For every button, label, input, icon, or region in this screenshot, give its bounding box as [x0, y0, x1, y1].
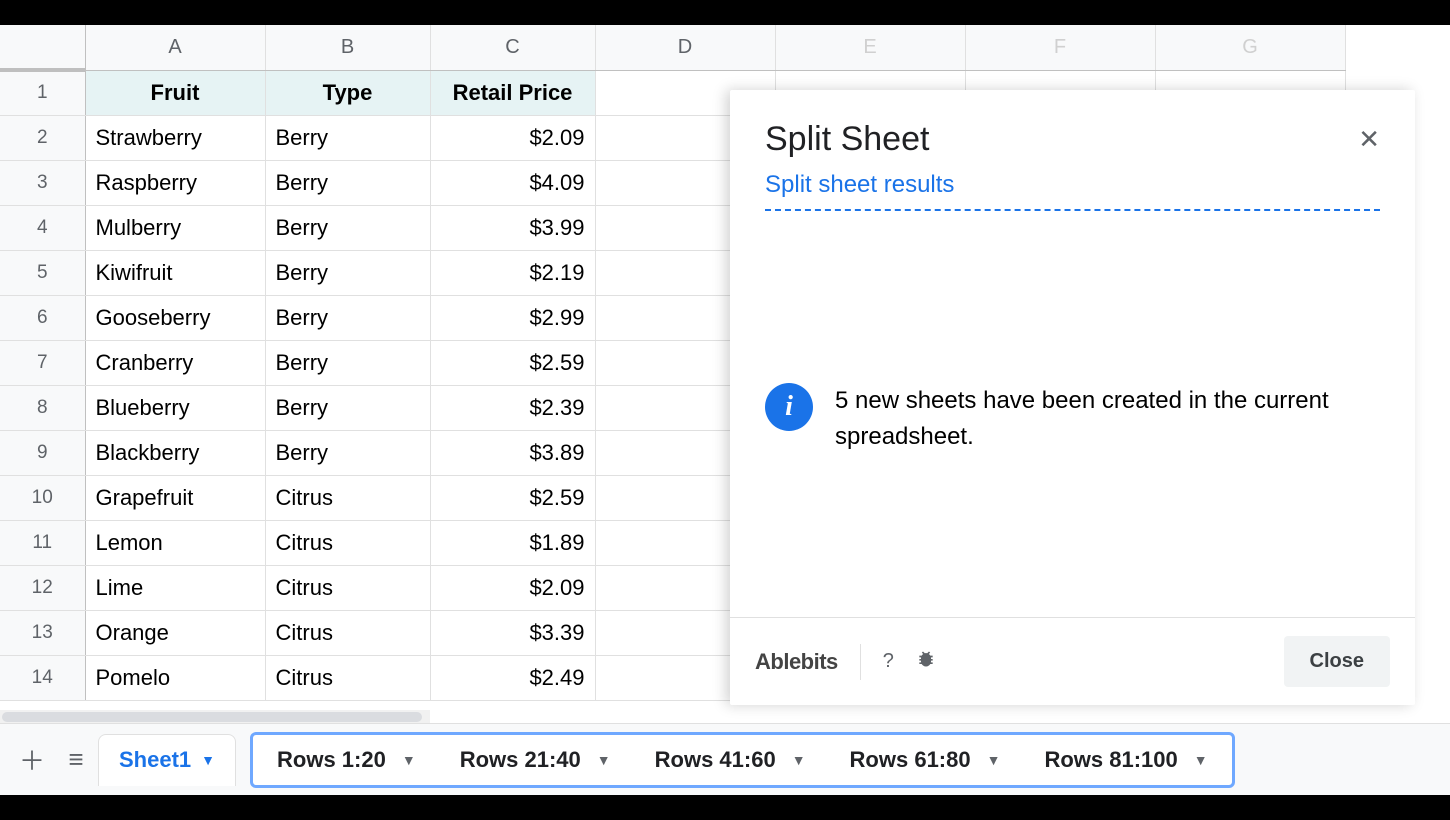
- cell[interactable]: $2.59: [430, 340, 595, 385]
- cell[interactable]: Fruit: [85, 70, 265, 115]
- cell[interactable]: Grapefruit: [85, 475, 265, 520]
- cell[interactable]: Berry: [265, 160, 430, 205]
- sheet-tab[interactable]: Rows 41:60 ▼: [633, 735, 828, 785]
- brand-label: Ablebits: [755, 649, 838, 675]
- cell[interactable]: Berry: [265, 250, 430, 295]
- cell[interactable]: Lime: [85, 565, 265, 610]
- panel-title: Split Sheet: [765, 120, 929, 159]
- cell[interactable]: Strawberry: [85, 115, 265, 160]
- cell[interactable]: Mulberry: [85, 205, 265, 250]
- sheet-tab[interactable]: Rows 61:80 ▼: [828, 735, 1023, 785]
- cell[interactable]: Berry: [265, 385, 430, 430]
- cell[interactable]: Citrus: [265, 475, 430, 520]
- cell[interactable]: $1.89: [430, 520, 595, 565]
- chevron-down-icon[interactable]: ▼: [402, 752, 416, 768]
- chevron-down-icon[interactable]: ▼: [1194, 752, 1208, 768]
- row-header[interactable]: 10: [0, 475, 85, 520]
- new-sheet-tabs-group: Rows 1:20▼Rows 21:40▼Rows 41:60▼Rows 61:…: [250, 732, 1235, 788]
- sheet-tab-label: Sheet1: [119, 747, 191, 773]
- sheet-tab-label: Rows 81:100: [1044, 747, 1177, 773]
- result-message: 5 new sheets have been created in the cu…: [835, 383, 1380, 455]
- column-header[interactable]: C: [430, 25, 595, 70]
- cell[interactable]: Type: [265, 70, 430, 115]
- row-header[interactable]: 14: [0, 655, 85, 700]
- cell[interactable]: $3.89: [430, 430, 595, 475]
- cell[interactable]: Blackberry: [85, 430, 265, 475]
- horizontal-scrollbar[interactable]: [0, 710, 430, 724]
- row-header[interactable]: 5: [0, 250, 85, 295]
- chevron-down-icon[interactable]: ▼: [201, 752, 215, 768]
- sheet-tab-bar: ＋ ≡ Sheet1 ▼ Rows 1:20▼Rows 21:40▼Rows 4…: [0, 723, 1450, 795]
- cell[interactable]: $2.19: [430, 250, 595, 295]
- sheet-tab-active[interactable]: Sheet1 ▼: [98, 734, 236, 786]
- cell[interactable]: Raspberry: [85, 160, 265, 205]
- cell[interactable]: $4.09: [430, 160, 595, 205]
- row-header[interactable]: 6: [0, 295, 85, 340]
- info-icon: i: [765, 383, 813, 431]
- cell[interactable]: $2.99: [430, 295, 595, 340]
- column-header[interactable]: D: [595, 25, 775, 70]
- column-header[interactable]: A: [85, 25, 265, 70]
- column-header[interactable]: G: [1155, 25, 1345, 70]
- panel-subtitle: Split sheet results: [765, 171, 1380, 199]
- help-icon[interactable]: ?: [883, 650, 894, 673]
- sheet-tab-label: Rows 1:20: [277, 747, 386, 773]
- cell[interactable]: Cranberry: [85, 340, 265, 385]
- cell[interactable]: Berry: [265, 430, 430, 475]
- all-sheets-icon[interactable]: ≡: [54, 738, 98, 782]
- close-icon[interactable]: ✕: [1358, 124, 1380, 155]
- cell[interactable]: $2.09: [430, 565, 595, 610]
- row-header[interactable]: 4: [0, 205, 85, 250]
- chevron-down-icon[interactable]: ▼: [987, 752, 1001, 768]
- cell[interactable]: Retail Price: [430, 70, 595, 115]
- bug-icon[interactable]: [916, 649, 936, 675]
- cell[interactable]: Berry: [265, 205, 430, 250]
- column-header[interactable]: B: [265, 25, 430, 70]
- row-header[interactable]: 9: [0, 430, 85, 475]
- cell[interactable]: $2.39: [430, 385, 595, 430]
- row-header[interactable]: 2: [0, 115, 85, 160]
- sheet-tab[interactable]: Rows 1:20 ▼: [255, 735, 438, 785]
- row-header[interactable]: 1: [0, 70, 85, 115]
- sheet-tab-label: Rows 41:60: [655, 747, 776, 773]
- row-header[interactable]: 12: [0, 565, 85, 610]
- cell[interactable]: Pomelo: [85, 655, 265, 700]
- cell[interactable]: Citrus: [265, 565, 430, 610]
- cell[interactable]: Citrus: [265, 520, 430, 565]
- cell[interactable]: $3.39: [430, 610, 595, 655]
- cell[interactable]: Kiwifruit: [85, 250, 265, 295]
- cell[interactable]: $3.99: [430, 205, 595, 250]
- chevron-down-icon[interactable]: ▼: [792, 752, 806, 768]
- row-header[interactable]: 11: [0, 520, 85, 565]
- cell[interactable]: Blueberry: [85, 385, 265, 430]
- cell[interactable]: Gooseberry: [85, 295, 265, 340]
- row-header[interactable]: 7: [0, 340, 85, 385]
- chevron-down-icon[interactable]: ▼: [597, 752, 611, 768]
- cell[interactable]: $2.49: [430, 655, 595, 700]
- add-sheet-icon[interactable]: ＋: [10, 738, 54, 782]
- cell[interactable]: $2.59: [430, 475, 595, 520]
- sheet-tab-label: Rows 61:80: [850, 747, 971, 773]
- cell[interactable]: Berry: [265, 295, 430, 340]
- column-header[interactable]: F: [965, 25, 1155, 70]
- column-header[interactable]: E: [775, 25, 965, 70]
- cell[interactable]: Berry: [265, 340, 430, 385]
- select-all-corner[interactable]: [0, 25, 85, 70]
- cell[interactable]: Citrus: [265, 610, 430, 655]
- sheet-tab-label: Rows 21:40: [460, 747, 581, 773]
- row-header[interactable]: 13: [0, 610, 85, 655]
- cell[interactable]: Lemon: [85, 520, 265, 565]
- close-button[interactable]: Close: [1284, 636, 1390, 687]
- cell[interactable]: Citrus: [265, 655, 430, 700]
- cell[interactable]: $2.09: [430, 115, 595, 160]
- sheet-tab[interactable]: Rows 21:40 ▼: [438, 735, 633, 785]
- split-sheet-panel: Split Sheet ✕ Split sheet results i 5 ne…: [730, 90, 1415, 705]
- sheet-tab[interactable]: Rows 81:100 ▼: [1022, 735, 1229, 785]
- row-header[interactable]: 3: [0, 160, 85, 205]
- cell[interactable]: Orange: [85, 610, 265, 655]
- cell[interactable]: Berry: [265, 115, 430, 160]
- row-header[interactable]: 8: [0, 385, 85, 430]
